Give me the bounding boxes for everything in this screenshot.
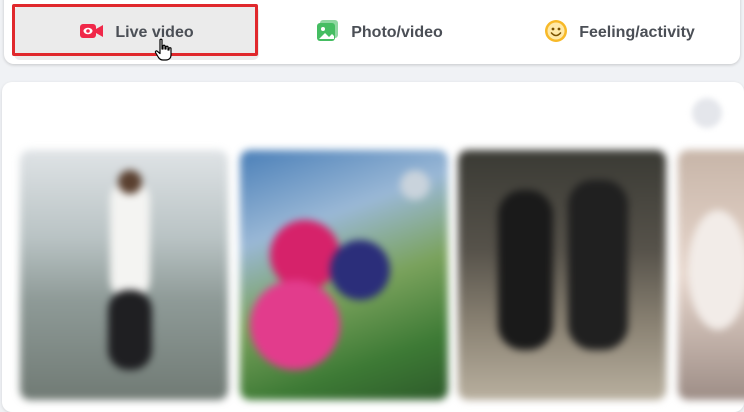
story-card[interactable]: [458, 150, 666, 400]
live-video-icon: [79, 21, 105, 46]
feeling-activity-button[interactable]: Feeling/activity: [499, 6, 739, 60]
photo-video-button[interactable]: Photo/video: [259, 6, 499, 60]
story-card[interactable]: [20, 150, 228, 400]
live-video-button[interactable]: Live video: [14, 6, 259, 60]
stories-more-button[interactable]: [692, 98, 722, 128]
photo-video-icon: [315, 19, 341, 48]
story-card[interactable]: [240, 150, 448, 400]
feeling-activity-label: Feeling/activity: [579, 24, 695, 41]
feeling-activity-icon: [543, 18, 569, 49]
hand-pointer-icon: [153, 38, 175, 62]
post-composer-actions: Live video Photo/video Feeling/activity: [4, 0, 740, 64]
story-card[interactable]: [678, 150, 744, 400]
photo-video-label: Photo/video: [351, 24, 443, 41]
stories-section: [2, 82, 744, 412]
